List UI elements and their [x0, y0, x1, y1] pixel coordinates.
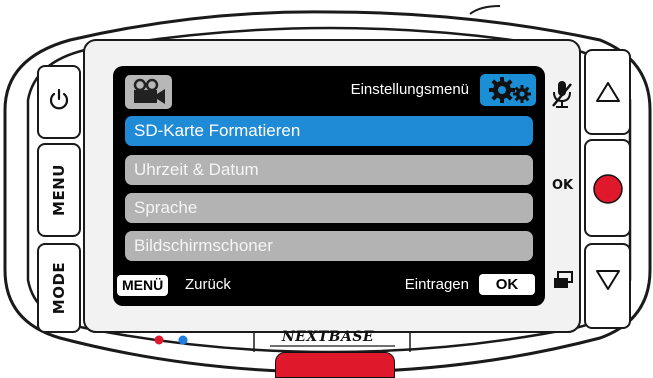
gears-camera-icon	[489, 77, 531, 103]
picture-in-picture-icon	[554, 271, 573, 288]
back-label: Zurück	[185, 276, 231, 293]
video-camera-icon	[133, 78, 165, 104]
ok-label: OK	[552, 178, 574, 193]
menu-item-language[interactable]: Sprache	[125, 193, 533, 223]
menu-item-time-date[interactable]: Uhrzeit & Datum	[125, 155, 533, 185]
up-arrow-button[interactable]	[595, 80, 621, 104]
display-screen: Einstellungsmenü SD-Karte Formatieren Uh…	[113, 66, 545, 306]
rear-record-button[interactable]	[275, 352, 395, 378]
menu-key-badge: MENÜ	[117, 275, 169, 296]
power-icon[interactable]	[48, 88, 70, 112]
menu-item-sd-format[interactable]: SD-Karte Formatieren	[125, 116, 533, 146]
status-leds	[154, 335, 188, 345]
menu-item-screensaver[interactable]: Bildschirmschoner	[125, 231, 533, 261]
menu-button[interactable]: MENU	[50, 160, 68, 220]
screen-title: Einstellungsmenü	[350, 81, 469, 98]
down-arrow-button[interactable]	[595, 268, 621, 292]
mode-button[interactable]: MODE	[50, 258, 68, 318]
enter-label: Eintragen	[404, 276, 469, 293]
record-button[interactable]	[592, 173, 624, 205]
ok-key-badge: OK	[479, 274, 535, 295]
mic-mute-icon	[552, 81, 572, 108]
tab-video[interactable]	[125, 75, 172, 109]
brand-logo: NEXTBASE	[281, 329, 375, 345]
tab-settings[interactable]	[480, 74, 536, 106]
